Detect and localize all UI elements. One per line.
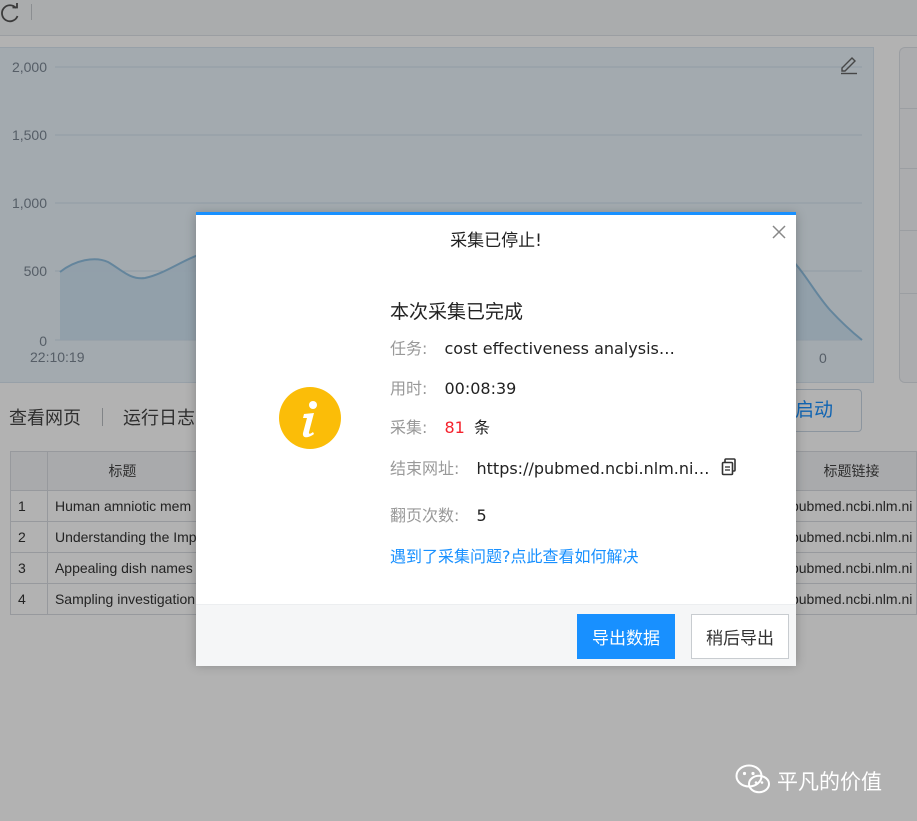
watermark-text: 平凡的价值 [777, 770, 882, 794]
task-row: 任务: cost effectiveness analysis… [390, 335, 675, 359]
end-url-label: 结束网址: [390, 459, 460, 478]
duration-label: 用时: [390, 379, 428, 398]
count-value: 81 [444, 418, 465, 437]
count-label: 采集: [390, 418, 428, 437]
export-data-button[interactable]: 导出数据 [577, 614, 675, 659]
duration-value: 00:08:39 [444, 379, 517, 398]
page-turns-row: 翻页次数: 5 [390, 502, 487, 526]
help-link[interactable]: 遇到了采集问题?点此查看如何解决 [390, 543, 639, 567]
copy-icon[interactable] [721, 458, 737, 476]
task-value: cost effectiveness analysis… [444, 339, 675, 358]
wechat-logo-icon [735, 764, 770, 794]
completion-heading: 本次采集已完成 [390, 301, 524, 323]
end-url-value: https://pubmed.ncbi.nlm.ni… [476, 459, 710, 478]
close-icon[interactable] [770, 223, 788, 241]
dialog-title: 采集已停止! [450, 231, 542, 251]
duration-row: 用时: 00:08:39 [390, 375, 516, 399]
count-row: 采集: 81 条 [390, 414, 490, 438]
count-unit: 条 [473, 418, 490, 437]
end-url-row: 结束网址: https://pubmed.ncbi.nlm.ni… [390, 455, 709, 479]
task-label: 任务: [390, 339, 428, 358]
export-later-button[interactable]: 稍后导出 [691, 614, 789, 659]
page-turns-value: 5 [476, 506, 487, 525]
dialog-footer: 导出数据 稍后导出 [196, 604, 796, 666]
page-turns-label: 翻页次数: [390, 506, 460, 525]
info-icon [279, 387, 341, 449]
collection-stopped-dialog: 采集已停止! 本次采集已完成 任务: cost effectiveness an… [196, 212, 796, 666]
